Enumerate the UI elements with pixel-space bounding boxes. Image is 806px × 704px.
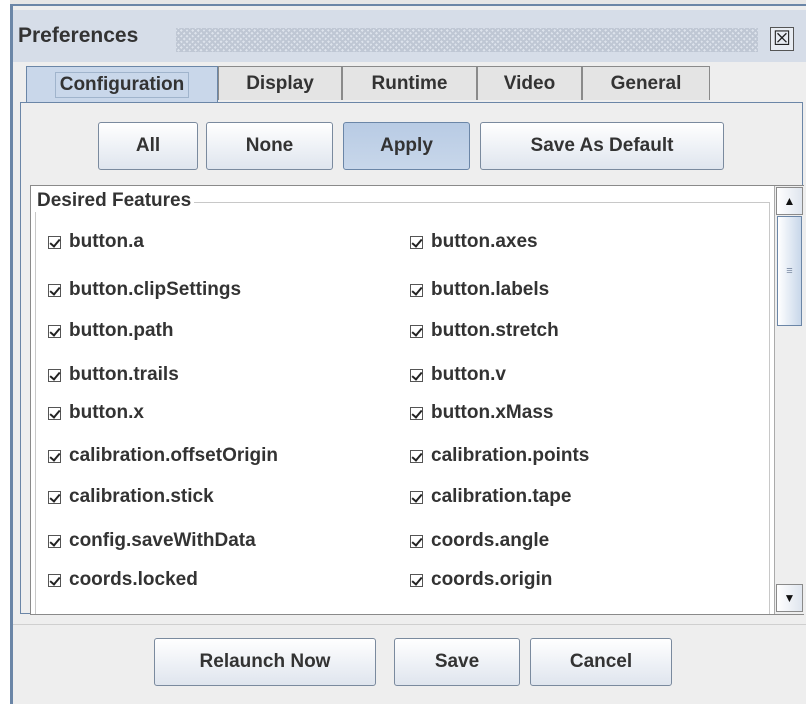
tab-general-label: General [610,72,682,94]
feature-label: button.v [431,364,506,385]
checkbox-checked-icon [410,573,423,587]
title-bar-grip[interactable] [176,28,758,52]
tab-video-label: Video [503,72,556,94]
tab-runtime-label: Runtime [371,72,448,94]
desired-features-group [35,202,770,614]
checkbox-checked-icon [410,324,423,338]
apply-button[interactable]: Apply [343,122,470,170]
cancel-button[interactable]: Cancel [530,638,672,686]
feature-checkbox[interactable]: button.xMass [410,402,553,424]
feature-checkbox[interactable]: button.trails [48,364,179,386]
feature-checkbox[interactable]: button.clipSettings [48,279,241,301]
feature-label: calibration.offsetOrigin [69,445,279,466]
tab-configuration-label: Configuration [54,71,190,98]
checkbox-checked-icon [48,283,61,297]
feature-label: button.trails [69,364,179,385]
checkbox-checked-icon [48,235,61,249]
feature-label: coords.origin [431,569,553,590]
scrollbar-thumb[interactable]: ≡ [777,216,802,326]
checkbox-checked-icon [410,449,423,463]
checkbox-checked-icon [410,283,423,297]
features-vertical-scrollbar[interactable]: ▲ ≡ ▼ [774,186,804,614]
scroll-up-arrow-icon[interactable]: ▲ [776,187,803,215]
feature-checkbox[interactable]: calibration.tape [410,486,571,508]
none-button[interactable]: None [206,122,333,170]
window-title: Preferences [18,24,139,47]
footer-divider [13,624,806,625]
feature-label: button.a [69,231,144,252]
feature-label: button.clipSettings [69,279,242,300]
checkbox-checked-icon [48,534,61,548]
checkbox-checked-icon [410,490,423,504]
feature-label: button.axes [431,231,538,252]
feature-checkbox[interactable]: button.a [48,231,144,253]
checkbox-checked-icon [48,573,61,587]
feature-checkbox[interactable]: coords.origin [410,569,552,591]
feature-label: button.stretch [431,320,559,341]
feature-checkbox[interactable]: button.stretch [410,320,559,342]
feature-checkbox[interactable]: button.axes [410,231,538,253]
checkbox-checked-icon [48,324,61,338]
scroll-down-arrow-icon[interactable]: ▼ [776,584,803,612]
feature-label: button.labels [431,279,550,300]
feature-checkbox[interactable]: calibration.stick [48,486,214,508]
checkbox-checked-icon [410,534,423,548]
feature-label: calibration.tape [431,486,572,507]
feature-checkbox[interactable]: calibration.points [410,445,589,467]
tab-configuration[interactable]: Configuration [26,66,218,102]
feature-checkbox[interactable]: calibration.offsetOrigin [48,445,278,467]
relaunch-now-button[interactable]: Relaunch Now [154,638,376,686]
feature-label: calibration.stick [69,486,214,507]
feature-checkbox[interactable]: config.saveWithData [48,530,256,552]
feature-label: calibration.points [431,445,590,466]
feature-checkbox[interactable]: coords.locked [48,569,198,591]
checkbox-checked-icon [410,406,423,420]
feature-label: button.path [69,320,174,341]
feature-checkbox[interactable]: button.x [48,402,144,424]
feature-label: config.saveWithData [69,530,256,551]
window-left-border [10,6,13,704]
checkbox-checked-icon [48,449,61,463]
save-as-default-button[interactable]: Save As Default [480,122,724,170]
all-button[interactable]: All [98,122,198,170]
feature-label: button.xMass [431,402,554,423]
checkbox-checked-icon [410,368,423,382]
checkbox-checked-icon [410,235,423,249]
desired-features-title: Desired Features [34,190,195,212]
save-button[interactable]: Save [394,638,520,686]
tab-bar: Configuration Display Runtime Video Gene… [20,66,804,102]
tab-video[interactable]: Video [477,66,582,100]
tab-general[interactable]: General [582,66,710,100]
window-top-border [10,0,806,6]
feature-label: button.x [69,402,144,423]
tab-display[interactable]: Display [218,66,342,100]
checkbox-checked-icon [48,406,61,420]
tab-runtime[interactable]: Runtime [342,66,477,100]
feature-checkbox[interactable]: coords.angle [410,530,549,552]
feature-checkbox[interactable]: button.path [48,320,173,342]
feature-label: coords.angle [431,530,550,551]
checkbox-checked-icon [48,368,61,382]
feature-label: coords.locked [69,569,198,590]
tab-display-label: Display [246,72,314,94]
feature-checkbox[interactable]: button.labels [410,279,549,301]
feature-checkbox[interactable]: button.v [410,364,506,386]
checkbox-checked-icon [48,490,61,504]
scrollbar-grip-icon: ≡ [786,265,793,277]
close-button[interactable]: ☒ [770,27,794,51]
